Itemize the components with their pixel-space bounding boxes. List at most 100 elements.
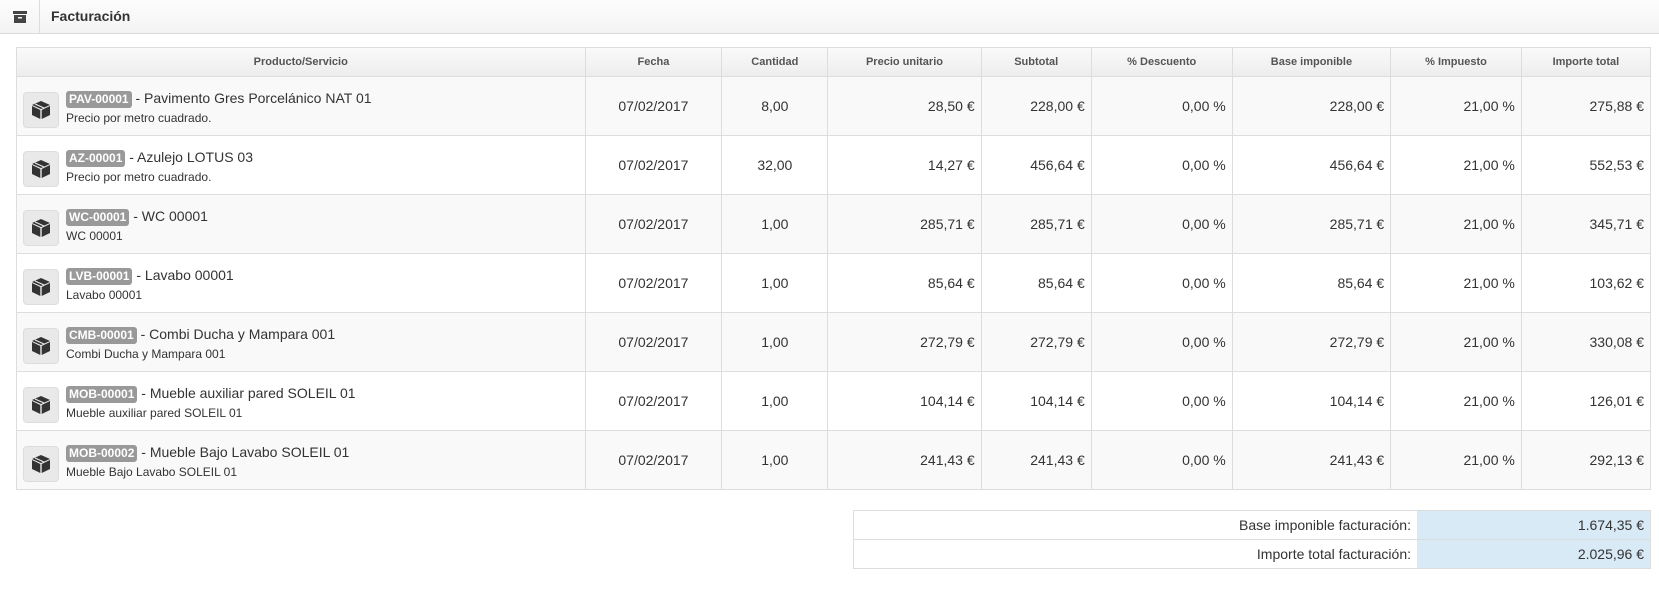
cantidad-cell: 1,00 (721, 253, 829, 313)
product-cell: CMB-00001 - Combi Ducha y Mampara 001 Com… (17, 312, 586, 372)
product-code-badge: MOB-00001 (66, 385, 138, 403)
product-cell: MOB-00002 - Mueble Bajo Lavabo SOLEIL 01… (17, 430, 586, 489)
precio-unitario-cell: 28,50 € (827, 76, 982, 136)
product-code-badge: WC-00001 (66, 208, 130, 226)
precio-unitario-cell: 85,64 € (827, 253, 982, 313)
totals-base-value: 1.674,35 € (1417, 511, 1650, 540)
fecha-cell: 07/02/2017 (585, 371, 723, 431)
importe-total-cell: 103,62 € (1521, 253, 1650, 313)
base-imponible-cell: 85,64 € (1232, 253, 1392, 313)
descuento-cell: 0,00 % (1091, 76, 1233, 136)
column-header-cantidad[interactable]: Cantidad (721, 48, 829, 77)
archive-icon (0, 0, 40, 33)
column-header-subtotal[interactable]: Subtotal (981, 48, 1092, 77)
cube-icon (23, 91, 59, 128)
table-row[interactable]: PAV-00001 - Pavimento Gres Porcelánico N… (17, 76, 1650, 136)
product-cell: MOB-00001 - Mueble auxiliar pared SOLEIL… (17, 371, 586, 431)
product-code-badge: MOB-00002 (66, 444, 138, 462)
base-imponible-cell: 272,79 € (1232, 312, 1392, 372)
importe-total-cell: 126,01 € (1521, 371, 1650, 431)
precio-unitario-cell: 14,27 € (827, 135, 982, 195)
product-description: Mueble Bajo Lavabo SOLEIL 01 (66, 464, 238, 479)
product-description: WC 00001 (66, 228, 123, 243)
importe-total-cell: 552,53 € (1521, 135, 1650, 195)
descuento-cell: 0,00 % (1091, 135, 1233, 195)
base-imponible-cell: 285,71 € (1232, 194, 1392, 254)
totals-base-label: Base imponible facturación: (854, 511, 1417, 540)
fecha-cell: 07/02/2017 (585, 430, 723, 489)
totals-total-label: Importe total facturación: (1256, 546, 1411, 562)
product-description: Lavabo 00001 (66, 287, 143, 302)
product-code-badge: CMB-00001 (66, 326, 137, 344)
product-description: Combi Ducha y Mampara 001 (66, 346, 226, 361)
cube-icon (23, 268, 59, 305)
cantidad-cell: 1,00 (721, 194, 829, 254)
base-imponible-cell: 228,00 € (1232, 76, 1392, 136)
product-cell: PAV-00001 - Pavimento Gres Porcelánico N… (17, 76, 586, 136)
column-header-impuesto[interactable]: % Impuesto (1390, 48, 1522, 77)
table-row[interactable]: WC-00001 - WC 00001 WC 00001 07/02/2017 1,0… (17, 194, 1650, 254)
column-header-producto[interactable]: Producto/Servicio (17, 48, 586, 77)
product-name: - Mueble Bajo Lavabo SOLEIL 01 (137, 443, 350, 460)
product-name: - Pavimento Gres Porcelánico NAT 01 (131, 89, 372, 106)
cantidad-cell: 32,00 (721, 135, 829, 195)
table-row[interactable]: MOB-00002 - Mueble Bajo Lavabo SOLEIL 01… (17, 430, 1650, 489)
column-header-base-imponible[interactable]: Base imponible (1232, 48, 1392, 77)
base-imponible-cell: 241,43 € (1232, 430, 1392, 489)
column-header-precio-unitario[interactable]: Precio unitario (827, 48, 982, 77)
totals-total-value: 2.025,96 € (1417, 539, 1650, 568)
impuesto-cell: 21,00 % (1390, 371, 1522, 431)
base-imponible-cell: 456,64 € (1232, 135, 1392, 195)
product-description: Precio por metro cuadrado. (66, 110, 212, 125)
descuento-cell: 0,00 % (1091, 371, 1233, 431)
cantidad-cell: 1,00 (721, 312, 829, 372)
importe-total-cell: 292,13 € (1521, 430, 1650, 489)
descuento-cell: 0,00 % (1091, 194, 1233, 254)
precio-unitario-cell: 285,71 € (827, 194, 982, 254)
fecha-cell: 07/02/2017 (585, 76, 723, 136)
impuesto-cell: 21,00 % (1390, 135, 1522, 195)
product-name: - Azulejo LOTUS 03 (125, 148, 253, 165)
totals-box: Base imponible facturación: 1.674,35 € I… (853, 510, 1651, 569)
table-row[interactable]: CMB-00001 - Combi Ducha y Mampara 001 Com… (17, 312, 1650, 372)
subtotal-cell: 85,64 € (981, 253, 1092, 313)
table-row[interactable]: LVB-00001 - Lavabo 00001 Lavabo 00001 07/0… (17, 253, 1650, 313)
product-name: - WC 00001 (129, 207, 208, 224)
impuesto-cell: 21,00 % (1390, 76, 1522, 136)
descuento-cell: 0,00 % (1091, 253, 1233, 313)
subtotal-cell: 241,43 € (981, 430, 1092, 489)
fecha-cell: 07/02/2017 (585, 253, 723, 313)
product-code-badge: PAV-00001 (66, 90, 132, 108)
cantidad-cell: 1,00 (721, 430, 829, 489)
impuesto-cell: 21,00 % (1390, 430, 1522, 489)
subtotal-cell: 228,00 € (981, 76, 1092, 136)
invoice-lines-table: Producto/Servicio Fecha Cantidad Precio … (16, 47, 1651, 490)
descuento-cell: 0,00 % (1091, 430, 1233, 489)
importe-total-cell: 330,08 € (1521, 312, 1650, 372)
subtotal-cell: 104,14 € (981, 371, 1092, 431)
column-header-descuento[interactable]: % Descuento (1091, 48, 1233, 77)
table-row[interactable]: MOB-00001 - Mueble auxiliar pared SOLEIL… (17, 371, 1650, 431)
cube-icon (23, 445, 59, 482)
table-row[interactable]: AZ-00001 - Azulejo LOTUS 03 Precio por me… (17, 135, 1650, 195)
cube-icon (23, 209, 59, 246)
invoice-page: Facturación Producto/Servicio Fecha Cant… (0, 0, 1659, 591)
panel-header: Facturación (0, 0, 1659, 34)
column-header-importe-total[interactable]: Importe total (1521, 48, 1650, 77)
subtotal-cell: 285,71 € (981, 194, 1092, 254)
fecha-cell: 07/02/2017 (585, 194, 723, 254)
product-cell: WC-00001 - WC 00001 WC 00001 (17, 194, 586, 254)
fecha-cell: 07/02/2017 (585, 135, 723, 195)
column-header-fecha[interactable]: Fecha (585, 48, 723, 77)
subtotal-cell: 456,64 € (981, 135, 1092, 195)
importe-total-cell: 275,88 € (1521, 76, 1650, 136)
subtotal-cell: 272,79 € (981, 312, 1092, 372)
totals-row-base: Base imponible facturación: 1.674,35 € (854, 511, 1650, 540)
product-name: - Combi Ducha y Mampara 001 (136, 325, 336, 342)
product-code-badge: LVB-00001 (66, 267, 133, 285)
precio-unitario-cell: 104,14 € (827, 371, 982, 431)
product-description: Mueble auxiliar pared SOLEIL 01 (66, 405, 243, 420)
cube-icon (23, 386, 59, 423)
product-cell: LVB-00001 - Lavabo 00001 Lavabo 00001 (17, 253, 586, 313)
base-imponible-cell: 104,14 € (1232, 371, 1392, 431)
